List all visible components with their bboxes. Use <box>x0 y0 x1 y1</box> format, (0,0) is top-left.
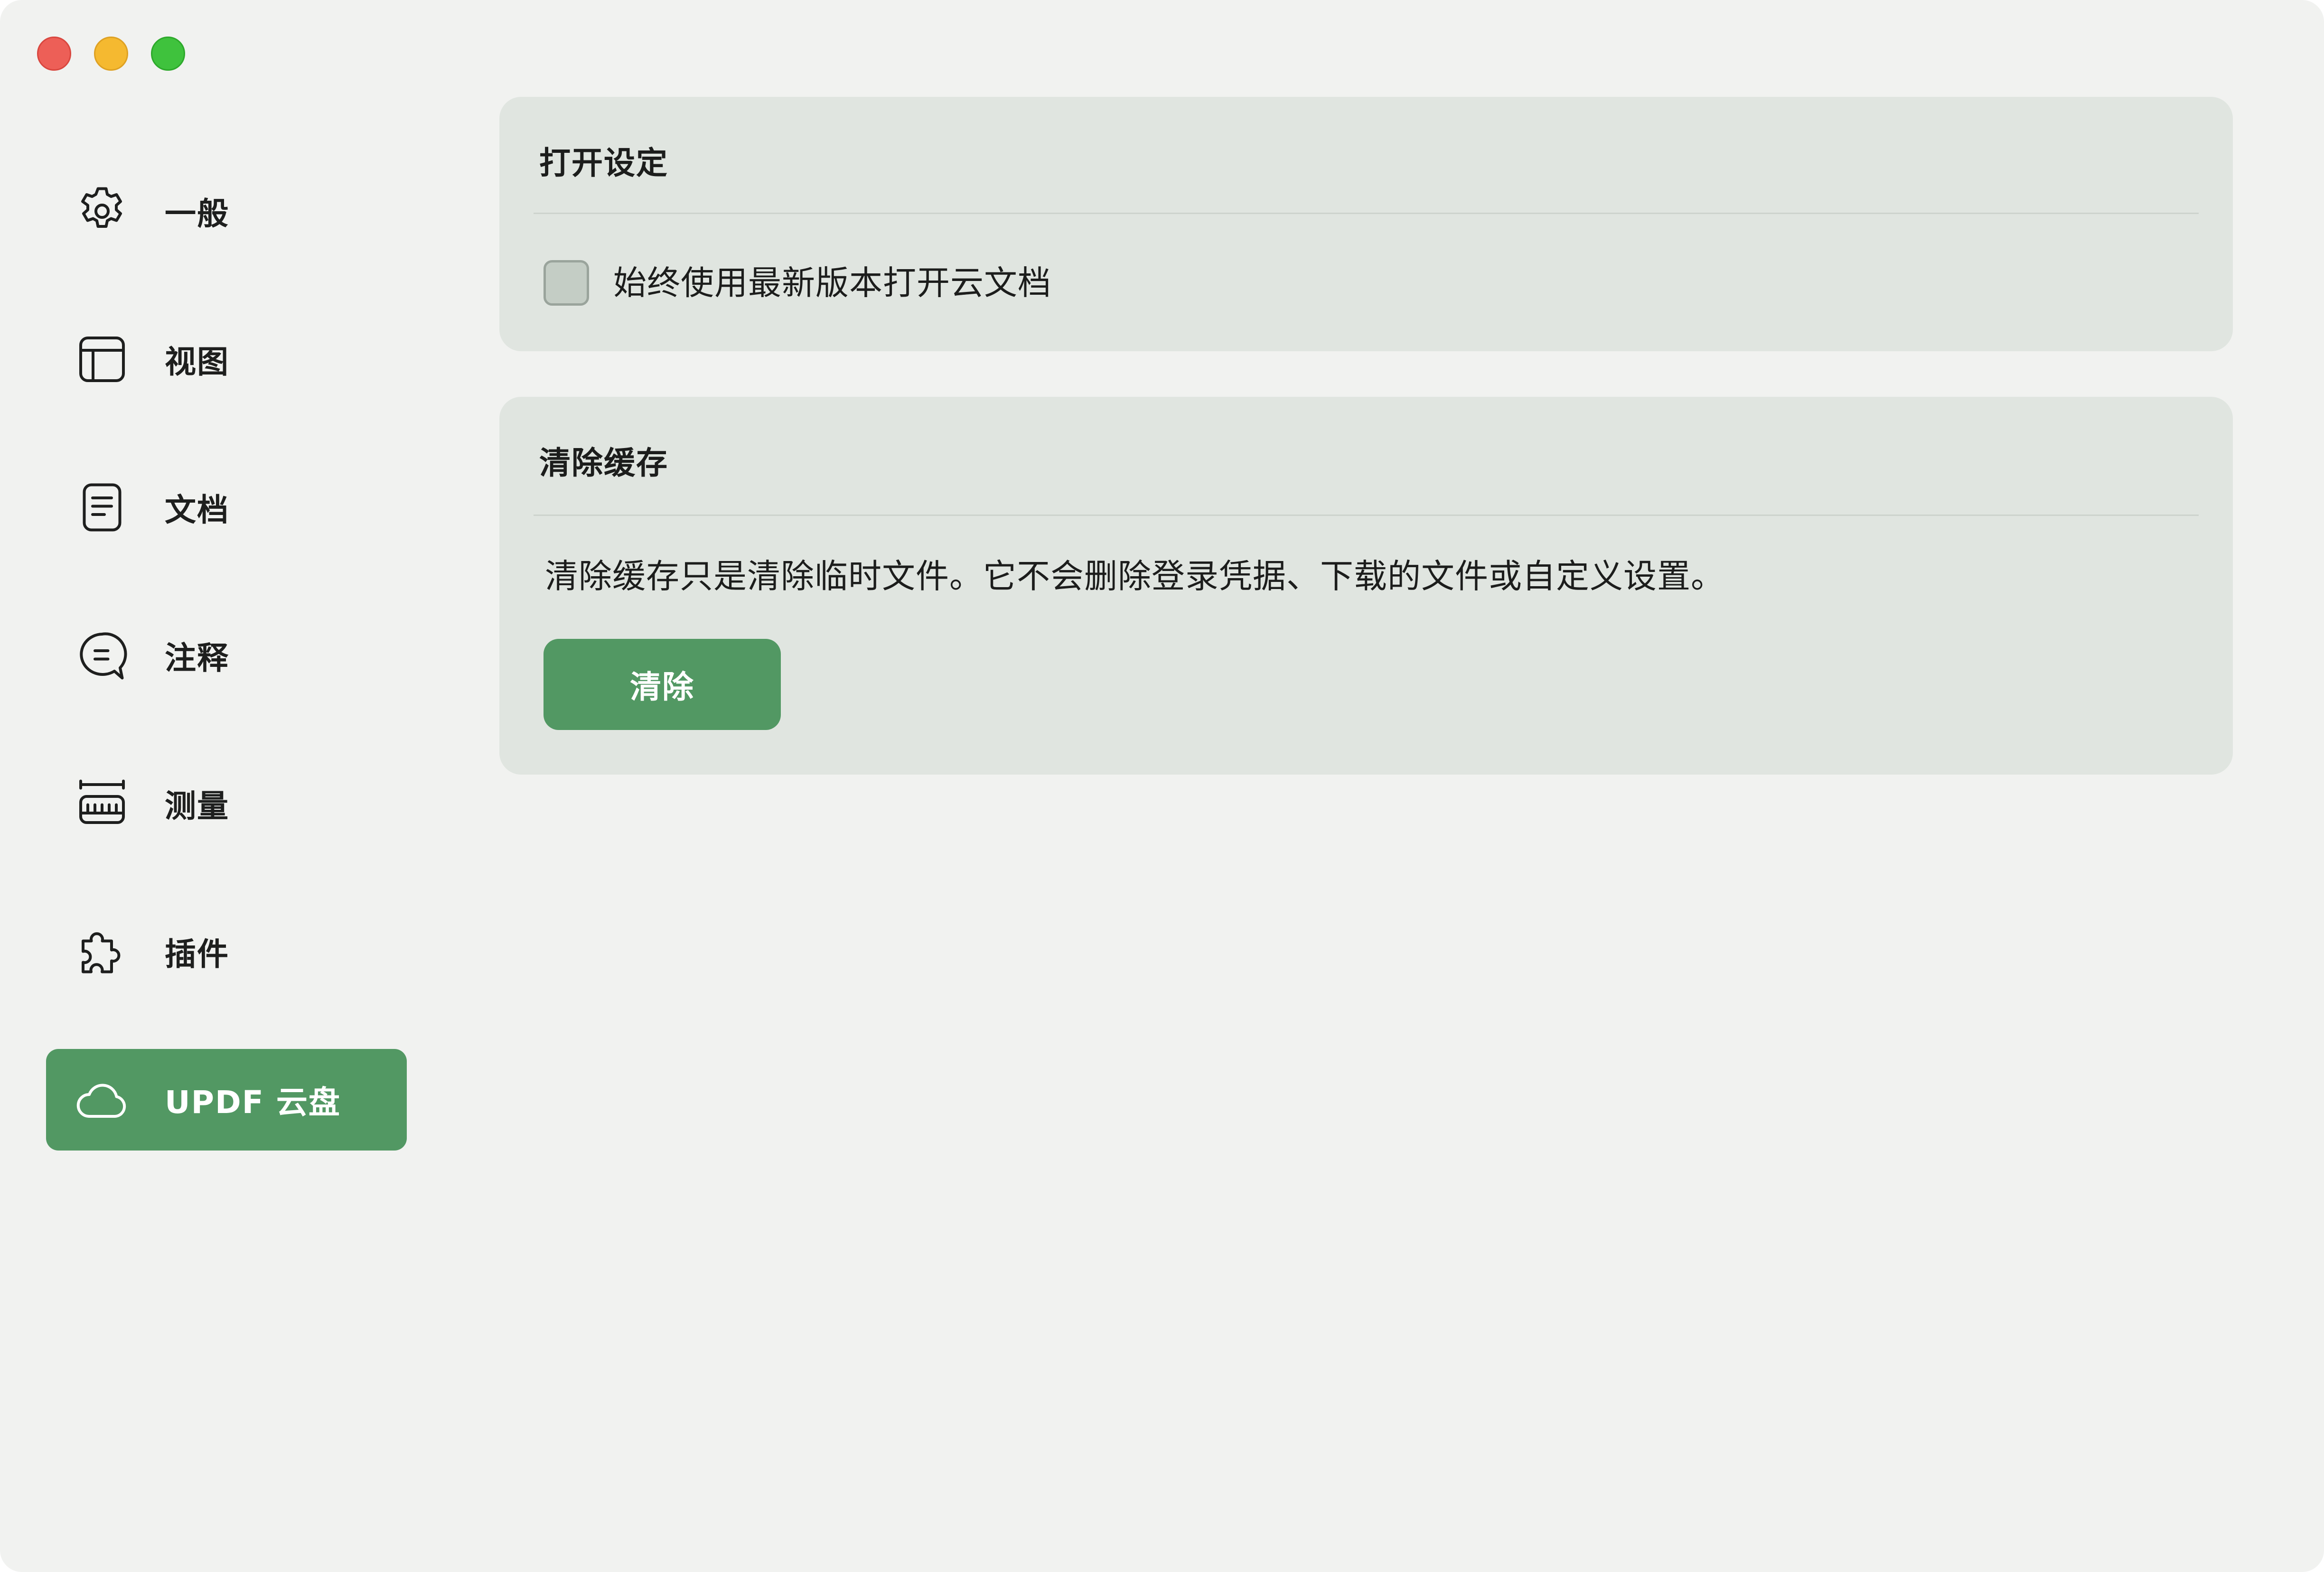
sidebar-item-annotation[interactable]: 注释 <box>46 605 407 706</box>
sidebar-item-label: 视图 <box>165 344 229 380</box>
clear-cache-button[interactable]: 清除 <box>544 639 781 730</box>
maximize-window-button[interactable] <box>151 37 185 71</box>
preferences-window: 一般 视图 文档 注释 测量 插件 UPDF 云盘 打开设定 始终使用最新版本打… <box>0 0 2324 1572</box>
gear-icon <box>74 183 131 240</box>
sidebar-item-measure[interactable]: 测量 <box>46 753 407 854</box>
close-window-button[interactable] <box>37 37 71 71</box>
open-settings-title: 打开设定 <box>539 145 668 181</box>
sidebar-item-label: 注释 <box>165 640 229 676</box>
ruler-icon <box>74 775 131 832</box>
always-latest-version-checkbox[interactable] <box>544 260 589 306</box>
document-icon <box>74 479 131 536</box>
cloud-icon <box>74 1071 131 1128</box>
sidebar-item-label: 插件 <box>165 936 229 973</box>
puzzle-icon <box>74 923 131 980</box>
divider <box>534 213 2199 214</box>
sidebar-item-updf-cloud[interactable]: UPDF 云盘 <box>46 1049 407 1151</box>
layout-icon <box>74 331 131 388</box>
sidebar-item-label: 测量 <box>165 788 229 824</box>
clear-cache-card: 清除缓存 清除缓存只是清除临时文件。它不会删除登录凭据、下载的文件或自定义设置。… <box>499 397 2233 775</box>
open-settings-card: 打开设定 始终使用最新版本打开云文档 <box>499 97 2233 351</box>
comment-icon <box>74 627 131 684</box>
sidebar-item-general[interactable]: 一般 <box>46 160 407 262</box>
clear-cache-description: 清除缓存只是清除临时文件。它不会删除登录凭据、下载的文件或自定义设置。 <box>545 557 1724 596</box>
sidebar-item-label: UPDF 云盘 <box>165 1084 341 1121</box>
sidebar-item-label: 一般 <box>165 196 229 232</box>
clear-cache-title: 清除缓存 <box>539 445 668 481</box>
always-latest-version-label[interactable]: 始终使用最新版本打开云文档 <box>613 260 1051 306</box>
sidebar-item-plugins[interactable]: 插件 <box>46 901 407 1002</box>
sidebar-item-document[interactable]: 文档 <box>46 457 407 558</box>
sidebar-item-view[interactable]: 视图 <box>46 309 407 410</box>
minimize-window-button[interactable] <box>94 37 128 71</box>
sidebar-item-label: 文档 <box>165 492 229 528</box>
divider <box>534 515 2199 516</box>
